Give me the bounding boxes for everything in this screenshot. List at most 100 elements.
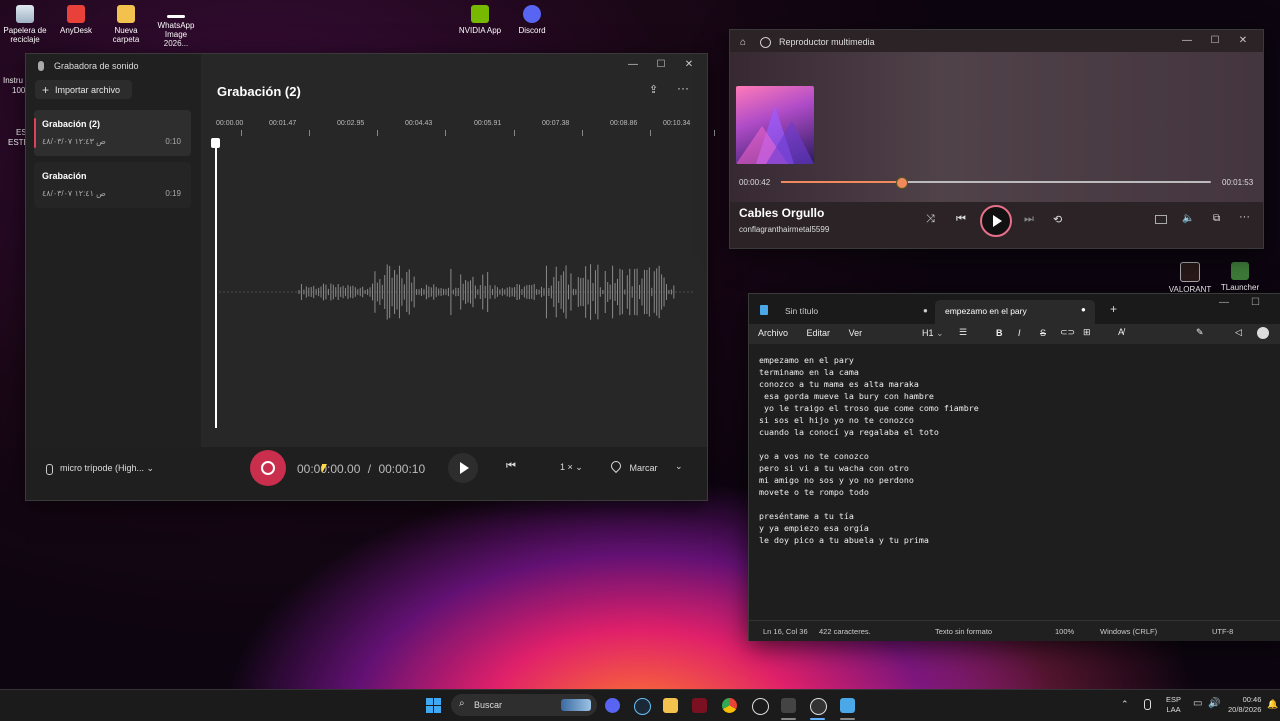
menu-file[interactable]: Archivo xyxy=(758,328,788,338)
chevron-up-icon[interactable]: ⌃ xyxy=(1121,699,1129,710)
nvidia-icon xyxy=(471,5,489,23)
heading-dropdown[interactable]: H1 ⌄ xyxy=(922,328,944,339)
desktop-icon-discord[interactable]: Discord xyxy=(508,5,556,35)
clear-formatting-icon[interactable]: A̸ xyxy=(1118,327,1124,337)
encoding[interactable]: UTF-8 xyxy=(1212,627,1233,636)
line-ending[interactable]: Windows (CRLF) xyxy=(1100,627,1157,636)
volume-icon[interactable]: 🔊 xyxy=(1208,698,1220,709)
notification-icon[interactable]: 🔔 xyxy=(1267,699,1278,710)
microphone-selector[interactable]: micro trípode (High... ⌄ xyxy=(60,463,154,474)
desktop-icon-whatsapp-image[interactable]: WhatsApp Image 2026... xyxy=(152,5,200,48)
language-indicator[interactable]: ESP LAA xyxy=(1166,695,1181,715)
miniplayer-icon[interactable] xyxy=(1155,215,1167,224)
text-line: cuando la conocí ya regalaba el toto xyxy=(759,427,939,437)
network-icon[interactable]: ▭ xyxy=(1193,698,1202,709)
chevron-down-icon[interactable]: ⌄ xyxy=(675,461,683,472)
notepad-taskbar-icon[interactable] xyxy=(840,698,855,713)
media-player-taskbar-icon[interactable] xyxy=(810,698,827,715)
playhead[interactable] xyxy=(215,138,217,428)
mark-label: Marcar xyxy=(629,463,658,473)
discord-taskbar-icon[interactable] xyxy=(605,698,620,713)
desktop-icon-recycle-bin[interactable]: Papelera de reciclaje xyxy=(1,5,49,44)
account-avatar-icon[interactable] xyxy=(1257,327,1269,339)
more-options-icon[interactable]: ··· xyxy=(1239,211,1250,223)
microphone-tray-icon[interactable] xyxy=(1144,699,1151,710)
minimize-button[interactable]: — xyxy=(619,59,647,70)
steam-taskbar-icon[interactable] xyxy=(634,698,651,715)
text-line: terminamo en la cama xyxy=(759,367,859,377)
close-button[interactable]: ✕ xyxy=(1229,35,1257,46)
desktop-icon-valorant[interactable]: VALORANT xyxy=(1166,262,1214,294)
minimize-button[interactable]: — xyxy=(1173,35,1201,46)
search-icon: ⌕ xyxy=(459,698,465,709)
minimize-button[interactable]: — xyxy=(1219,297,1229,308)
play-icon xyxy=(459,462,469,474)
shuffle-icon[interactable]: ⤨ xyxy=(926,213,935,226)
italic-icon[interactable]: I xyxy=(1018,328,1021,338)
import-file-button[interactable]: + Importar archivo xyxy=(35,80,132,99)
desktop-icon-folder[interactable]: Nueva carpeta xyxy=(102,5,150,44)
recording-list-item[interactable]: Grabación ص ١٢:٤١ ٤٨/٠٣/٠٧ 0:19 xyxy=(34,162,191,208)
maximize-button[interactable]: ☐ xyxy=(647,59,675,70)
media-player-window: ⌂ Reproductor multimedia — ☐ ✕ 00:00:42 … xyxy=(729,29,1264,249)
close-button[interactable]: ✕ xyxy=(675,59,703,70)
album-art-graphic xyxy=(736,106,814,164)
recycle-bin-icon xyxy=(16,5,34,23)
strikethrough-icon[interactable]: S xyxy=(1040,328,1046,338)
recording-list-item-selected[interactable]: Grabación (2) ص ١٢:٤٣ ٤٨/٠٣/٠٧ 0:10 xyxy=(34,110,191,156)
menu-view[interactable]: Ver xyxy=(849,328,863,338)
desktop-icon-anydesk[interactable]: AnyDesk xyxy=(52,5,100,35)
tab-label: Sin título xyxy=(785,306,819,316)
taskbar-search[interactable]: ⌕ Buscar xyxy=(451,694,597,716)
text-line: si sos el hijo yo no te conozco xyxy=(759,415,914,425)
volume-icon[interactable]: 🔈 xyxy=(1182,213,1194,224)
chatgpt-taskbar-icon[interactable] xyxy=(752,698,769,715)
text-format[interactable]: Texto sin formato xyxy=(935,627,992,636)
seek-bar[interactable] xyxy=(781,177,1211,189)
mark-button[interactable]: Marcar xyxy=(608,458,658,474)
file-explorer-taskbar-icon[interactable] xyxy=(663,698,678,713)
waveform[interactable] xyxy=(219,252,699,332)
play-button[interactable] xyxy=(980,205,1012,237)
repeat-icon[interactable]: ⟲ xyxy=(1053,213,1062,226)
share-icon[interactable]: ⇪ xyxy=(649,83,658,96)
discord-icon xyxy=(523,5,541,23)
link-icon[interactable]: ⊂⊃ xyxy=(1060,327,1075,338)
elapsed-time: 00:00:42 xyxy=(739,178,771,187)
share-icon[interactable]: ◁ xyxy=(1235,327,1242,338)
chrome-taskbar-icon[interactable] xyxy=(722,698,737,713)
bold-icon[interactable]: B xyxy=(996,328,1003,338)
maximize-button[interactable]: ☐ xyxy=(1201,35,1229,46)
zoom-level[interactable]: 100% xyxy=(1055,627,1074,636)
microphone-app-icon xyxy=(38,61,44,71)
desktop-icon-tlauncher[interactable]: TLauncher xyxy=(1216,262,1264,292)
play-button[interactable] xyxy=(448,453,478,483)
record-icon xyxy=(261,461,275,475)
clock-time: 00:46 xyxy=(1242,695,1262,704)
next-icon[interactable]: ⏭ xyxy=(1024,213,1034,226)
home-icon[interactable]: ⌂ xyxy=(740,37,746,48)
text-editor[interactable]: empezamo en el pary terminamo en la cama… xyxy=(749,344,1280,620)
clock[interactable]: 00:46 20/8/2026 xyxy=(1228,695,1261,715)
copilot-icon[interactable]: ✎ xyxy=(1196,327,1204,338)
start-button[interactable] xyxy=(426,698,441,713)
sound-recorder-taskbar-icon[interactable] xyxy=(781,698,796,713)
playhead-handle[interactable] xyxy=(211,138,220,148)
desktop-icon-nvidia[interactable]: NVIDIA App xyxy=(456,5,504,35)
valorant-taskbar-icon[interactable] xyxy=(692,698,707,713)
previous-icon[interactable]: ⏮ xyxy=(956,213,966,226)
list-icon[interactable]: ☰ xyxy=(959,327,967,338)
recording-date: ص ١٢:٤١ ٤٨/٠٣/٠٧ xyxy=(42,189,106,198)
more-options-icon[interactable]: ··· xyxy=(677,81,689,95)
record-button[interactable] xyxy=(250,450,286,486)
location-pin-icon xyxy=(608,458,624,474)
menu-edit[interactable]: Editar xyxy=(807,328,831,338)
tab-untitled[interactable]: Sin título ● xyxy=(779,302,929,322)
new-tab-icon[interactable]: + xyxy=(1110,302,1117,316)
cast-icon[interactable]: ⧉ xyxy=(1213,213,1220,224)
tab-active-document[interactable]: empezamo en el pary ● xyxy=(935,300,1095,324)
table-icon[interactable]: ⊞ xyxy=(1083,327,1091,338)
maximize-button[interactable]: ☐ xyxy=(1251,297,1260,308)
playback-speed[interactable]: 1 × ⌄ xyxy=(560,462,583,473)
skip-back-icon[interactable]: ⏮ xyxy=(506,460,516,473)
